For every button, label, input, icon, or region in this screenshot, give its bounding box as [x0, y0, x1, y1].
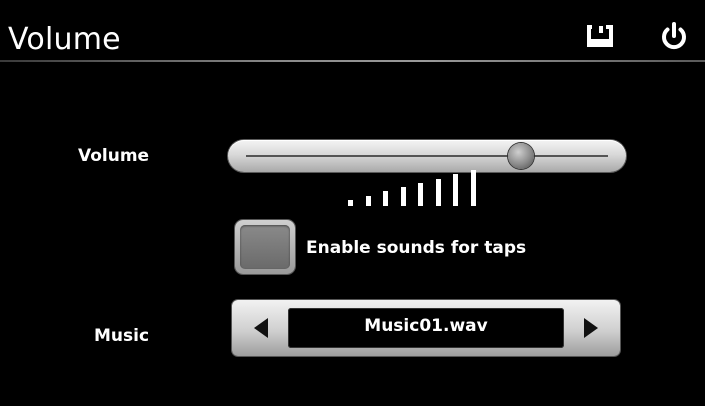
volume-level-bar — [453, 174, 458, 206]
power-icon — [662, 22, 686, 50]
volume-level-bar — [470, 169, 476, 206]
volume-slider[interactable] — [228, 140, 626, 172]
volume-label: Volume — [78, 146, 150, 166]
checkbox-box — [240, 225, 290, 269]
save-icon — [587, 25, 613, 47]
power-button[interactable] — [657, 20, 691, 52]
volume-level-bar — [435, 178, 441, 206]
volume-level-bar — [383, 191, 388, 206]
music-label: Music — [94, 326, 150, 346]
previous-music-button[interactable] — [242, 308, 282, 348]
triangle-right-icon — [584, 318, 598, 338]
save-button[interactable] — [583, 20, 617, 52]
tap-sound-label: Enable sounds for taps — [306, 238, 527, 258]
page-title: Volume — [8, 22, 121, 57]
volume-slider-track — [246, 155, 608, 157]
volume-level-bar — [365, 195, 371, 206]
music-value: Music01.wav — [288, 308, 564, 348]
volume-slider-thumb[interactable] — [508, 143, 535, 169]
tap-sound-checkbox[interactable] — [235, 220, 295, 274]
volume-level-bar — [348, 200, 353, 206]
header-bar: Volume — [0, 0, 705, 62]
volume-level-bar — [400, 187, 406, 206]
volume-level-bar — [418, 182, 423, 206]
volume-level-indicator — [340, 169, 490, 206]
header-divider — [0, 60, 705, 62]
music-picker: Music01.wav — [232, 300, 620, 356]
triangle-left-icon — [254, 318, 268, 338]
next-music-button[interactable] — [570, 308, 610, 348]
